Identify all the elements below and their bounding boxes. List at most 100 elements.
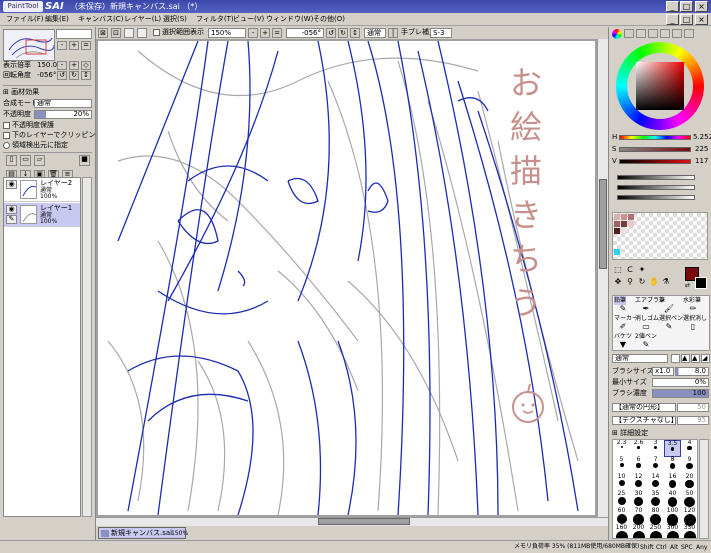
doc-maximize-button[interactable]: □ — [680, 14, 693, 25]
move-icon[interactable]: ✥ — [612, 276, 624, 287]
sel-clear-icon[interactable] — [124, 28, 134, 38]
brush-size-cell[interactable]: 3 — [647, 440, 664, 457]
brush-size-cell[interactable]: 35 — [647, 491, 664, 508]
brush-size-cell[interactable]: 5 — [613, 457, 630, 474]
menu-other[interactable]: その他(O) — [313, 13, 345, 26]
brush-size-cell[interactable]: 3.5 — [664, 440, 681, 457]
sel-invert-icon[interactable]: ⊡ — [111, 28, 121, 38]
brush-size-cell[interactable]: 6 — [630, 457, 647, 474]
menu-view[interactable]: ビュー(V) — [233, 13, 264, 26]
select-src-checkbox[interactable] — [3, 142, 10, 149]
brush-size-cell[interactable]: 12 — [630, 474, 647, 491]
brush-size-cell[interactable]: 25 — [613, 491, 630, 508]
new-layer-icon[interactable]: ▯ — [6, 155, 17, 166]
zoom-up-button[interactable]: + — [69, 61, 79, 70]
menu-select[interactable]: 選択(S) — [163, 13, 187, 26]
min-size-slider[interactable]: 0% — [652, 378, 709, 387]
brush-size-cell[interactable]: 8 — [664, 457, 681, 474]
brush-size-cell[interactable]: 300 — [664, 525, 681, 538]
blend-select[interactable]: 通常 — [364, 28, 386, 38]
layer-row-selected[interactable]: ◉ ✎ レイヤー1 通常 100% — [4, 203, 80, 227]
brush-size-cell[interactable]: 160 — [613, 525, 630, 538]
scratch-mode-icon[interactable] — [672, 29, 682, 38]
secondary-color[interactable] — [695, 277, 707, 289]
brush-size-cell[interactable]: 16 — [664, 474, 681, 491]
brush-size-cell[interactable]: 50 — [681, 491, 697, 508]
magic-wand-icon[interactable]: ✦ — [636, 264, 648, 275]
gray-slider-2[interactable] — [617, 185, 695, 190]
folder-icon[interactable]: ▱ — [34, 155, 45, 166]
horizontal-scrollbar[interactable] — [96, 517, 608, 526]
eyedropper-icon[interactable]: ⚗ — [660, 276, 672, 287]
mixer-mode-icon[interactable] — [648, 29, 658, 38]
canvas-area[interactable]: お絵描きちう — [96, 39, 597, 517]
gray-slider-3[interactable] — [617, 195, 695, 200]
brush-size-cell[interactable]: 20 — [681, 474, 697, 491]
zoom-icon[interactable]: ⚲ — [624, 276, 636, 287]
minimize-button[interactable]: _ — [666, 1, 679, 12]
brush-size-cell[interactable]: 7 — [647, 457, 664, 474]
hsv-mode-icon[interactable] — [636, 29, 646, 38]
brush-size-cell[interactable]: 70 — [630, 508, 647, 525]
sel-fill-icon[interactable] — [137, 28, 147, 38]
document-tab[interactable]: 新規キャンバス.sai 150% — [98, 527, 188, 539]
color-wheel[interactable] — [616, 42, 704, 130]
zoom-fit-icon[interactable]: = — [272, 28, 282, 38]
brush-size-cell[interactable]: 2.6 — [630, 440, 647, 457]
h-slider[interactable] — [619, 135, 691, 140]
mode-extra-icon[interactable] — [684, 29, 694, 38]
vertical-scrollbar[interactable] — [597, 39, 608, 517]
size-slider[interactable]: 8.0 — [675, 367, 709, 376]
brush-size-cell[interactable]: 350 — [681, 525, 697, 538]
rgb-mode-icon[interactable] — [624, 29, 634, 38]
zoom-fit-button[interactable]: ◇ — [81, 61, 91, 70]
eye-icon[interactable]: ◉ — [6, 180, 17, 189]
color-wheel-mode-icon[interactable] — [612, 29, 622, 39]
eye-icon[interactable]: ◉ — [6, 205, 17, 214]
zoom-in-button[interactable]: + — [69, 41, 79, 50]
navigator-preview[interactable] — [3, 29, 55, 61]
rotate-reset-icon[interactable]: ↕ — [350, 28, 360, 38]
stabilizer-select[interactable]: S-3 — [430, 28, 452, 38]
shape-hard-icon[interactable]: ◢ — [701, 354, 710, 363]
rotate-reset-button[interactable]: ↕ — [81, 71, 91, 80]
zoom-reset-button[interactable]: = — [81, 41, 91, 50]
canvas[interactable]: お絵描きちう — [98, 41, 595, 515]
swap-color-icon[interactable]: ⇄ — [685, 283, 691, 289]
brush-size-cell[interactable]: 200 — [630, 525, 647, 538]
brush-size-cell[interactable]: 80 — [647, 508, 664, 526]
sel-toggle-checkbox[interactable] — [153, 29, 160, 36]
rotate-left-button[interactable]: ↺ — [57, 71, 67, 80]
maximize-button[interactable]: □ — [680, 1, 693, 12]
menu-window[interactable]: ウィンドウ(W) — [266, 13, 313, 26]
texture-strength[interactable]: 95 — [677, 416, 709, 425]
menu-layer[interactable]: レイヤー(L) — [124, 13, 161, 26]
brush-size-cell[interactable]: 30 — [630, 491, 647, 508]
brush-mode-select[interactable]: 通常 — [612, 354, 668, 363]
layer-row[interactable]: ◉ レイヤー2 通常 100% — [4, 178, 80, 202]
menu-file[interactable]: ファイル(F) — [6, 13, 44, 26]
v-slider[interactable] — [619, 159, 691, 164]
zoom-out-icon[interactable]: - — [248, 28, 258, 38]
rotate-right-button[interactable]: ↻ — [69, 71, 79, 80]
zoom-in-icon[interactable]: + — [260, 28, 270, 38]
menu-filter[interactable]: フィルタ(T) — [196, 13, 234, 26]
doc-minimize-button[interactable]: _ — [666, 14, 679, 25]
horizontal-scroll-thumb[interactable] — [318, 518, 410, 525]
rect-select-icon[interactable]: ⬚ — [612, 264, 624, 275]
opacity-slider[interactable]: 20% — [34, 110, 92, 119]
angle-field[interactable]: -056° — [286, 28, 324, 38]
effects-toggle[interactable]: ⊞ 画材効果 — [3, 88, 39, 97]
s-slider[interactable] — [619, 147, 691, 152]
swatch-grid[interactable] — [612, 212, 708, 260]
brush-size-cell[interactable]: 10 — [613, 474, 630, 491]
rotate-icon[interactable]: ↻ — [636, 276, 648, 287]
vertical-scroll-thumb[interactable] — [599, 179, 607, 269]
blend-mode-select[interactable]: 通常 — [34, 99, 92, 108]
brush-size-cell[interactable]: 100 — [664, 508, 681, 526]
close-button[interactable]: × — [695, 1, 708, 12]
flip-icon[interactable]: │ — [388, 28, 398, 38]
brush-size-cell[interactable]: 60 — [613, 508, 630, 525]
gray-slider-1[interactable] — [617, 175, 695, 180]
shape-square-icon[interactable] — [671, 354, 680, 363]
